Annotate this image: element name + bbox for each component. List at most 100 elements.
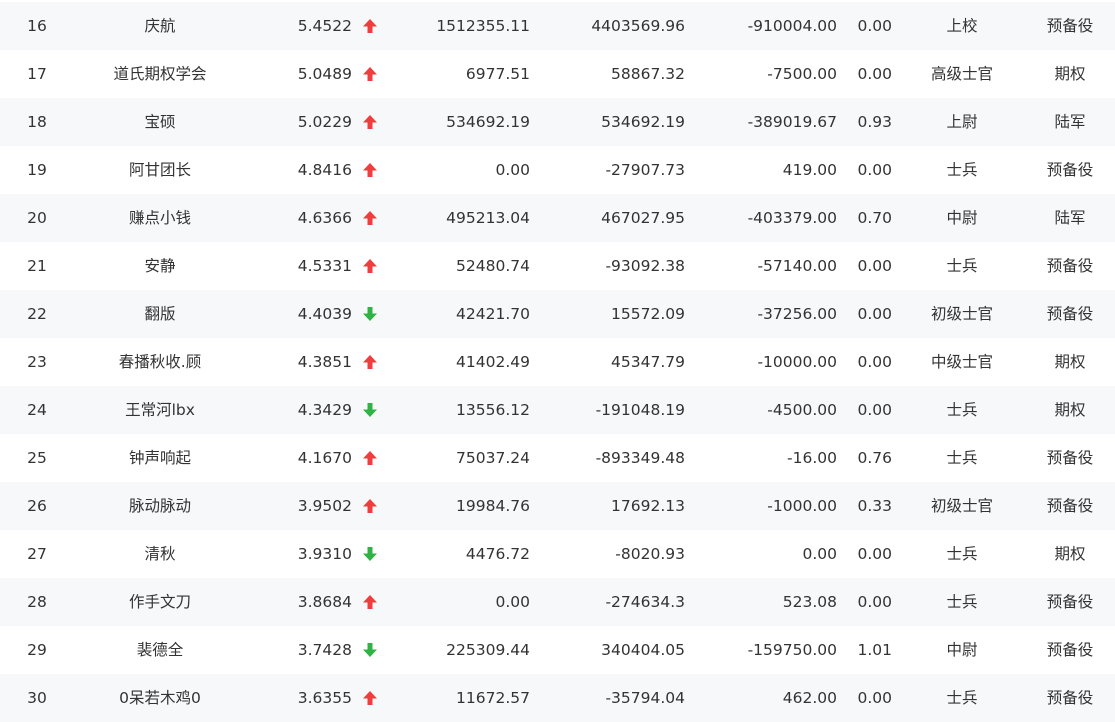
value-2: 340404.05 — [601, 641, 685, 659]
table-row[interactable]: 29 裴德全 3.7428 225309.44 340404.05 -159750.00 1… — [0, 626, 1115, 674]
trend-cell — [359, 386, 381, 434]
group-label: 预备役 — [1046, 449, 1094, 467]
ratio-value: 0.00 — [857, 305, 892, 323]
arrow-down-icon — [363, 307, 377, 321]
group-label: 预备役 — [1046, 17, 1094, 35]
group-label: 预备役 — [1046, 161, 1094, 179]
trend-cell — [359, 50, 381, 98]
score-value: 4.5331 — [297, 257, 352, 275]
ratio-value: 0.00 — [857, 689, 892, 707]
score-value: 4.8416 — [297, 161, 352, 179]
military-rank-label: 士兵 — [946, 401, 978, 419]
score-value: 4.4039 — [297, 305, 352, 323]
value-2: 467027.95 — [601, 209, 685, 227]
arrow-up-icon — [363, 355, 377, 369]
table-row[interactable]: 25 钟声响起 4.1670 75037.24 -893349.48 -16.00 0.76… — [0, 434, 1115, 482]
trader-name: 宝硕 — [144, 113, 176, 131]
arrow-up-icon — [363, 691, 377, 705]
table-row[interactable]: 16 庆航 5.4522 1512355.11 4403569.96 -910004.00… — [0, 2, 1115, 50]
group-label: 预备役 — [1046, 689, 1094, 707]
table-row[interactable]: 26 脉动脉动 3.9502 19984.76 17692.13 -1000.00 0.33… — [0, 482, 1115, 530]
arrow-up-icon — [363, 451, 377, 465]
table-row[interactable]: 30 0呆若木鸡0 3.6355 11672.57 -35794.04 462.00 0.0… — [0, 674, 1115, 722]
value-1: 19984.76 — [456, 497, 530, 515]
value-3: -403379.00 — [747, 209, 837, 227]
arrow-up-icon — [363, 67, 377, 81]
trend-cell — [359, 2, 381, 50]
group-label: 预备役 — [1046, 257, 1094, 275]
value-3: 462.00 — [782, 689, 837, 707]
value-1: 13556.12 — [456, 401, 530, 419]
table-row[interactable]: 24 王常河lbx 4.3429 13556.12 -191048.19 -4500.00… — [0, 386, 1115, 434]
military-rank-label: 士兵 — [946, 545, 978, 563]
trader-name: 0呆若木鸡0 — [119, 689, 201, 707]
value-2: 58867.32 — [611, 65, 685, 83]
table-row[interactable]: 18 宝硕 5.0229 534692.19 534692.19 -389019.67 0.… — [0, 98, 1115, 146]
trader-name: 清秋 — [144, 545, 176, 563]
value-3: 523.08 — [782, 593, 837, 611]
trend-cell — [359, 674, 381, 722]
military-rank-label: 上尉 — [946, 113, 978, 131]
value-2: -93092.38 — [605, 257, 685, 275]
value-1: 1512355.11 — [436, 17, 530, 35]
value-1: 534692.19 — [446, 113, 530, 131]
arrow-up-icon — [363, 19, 377, 33]
score-value: 5.0229 — [297, 113, 352, 131]
ratio-value: 0.00 — [857, 593, 892, 611]
ratio-value: 0.00 — [857, 545, 892, 563]
score-value: 4.6366 — [297, 209, 352, 227]
table-row[interactable]: 28 作手文刀 3.8684 0.00 -274634.3 523.08 0.00 士兵 预备役 — [0, 578, 1115, 626]
trader-name: 道氏期权学会 — [113, 65, 207, 83]
trader-name: 裴德全 — [136, 641, 184, 659]
table-row[interactable]: 21 安静 4.5331 52480.74 -93092.38 -57140.00 0.00… — [0, 242, 1115, 290]
table-row[interactable]: 27 清秋 3.9310 4476.72 -8020.93 0.00 0.00 士兵 期权 — [0, 530, 1115, 578]
group-label: 期权 — [1054, 401, 1086, 419]
table-row[interactable]: 19 阿甘团长 4.8416 0.00 -27907.73 419.00 0.00 士兵 预备役 — [0, 146, 1115, 194]
value-3: -1000.00 — [767, 497, 837, 515]
military-rank-label: 初级士官 — [930, 497, 993, 515]
value-2: -274634.3 — [605, 593, 685, 611]
score-value: 5.4522 — [297, 17, 352, 35]
value-1: 41402.49 — [456, 353, 530, 371]
score-value: 3.8684 — [297, 593, 352, 611]
trend-cell — [359, 626, 381, 674]
ratio-value: 0.70 — [857, 209, 892, 227]
ratio-value: 0.93 — [857, 113, 892, 131]
value-3: -159750.00 — [747, 641, 837, 659]
table-row[interactable]: 22 翻版 4.4039 42421.70 15572.09 -37256.00 0.00 初… — [0, 290, 1115, 338]
group-label: 预备役 — [1046, 641, 1094, 659]
military-rank-label: 士兵 — [946, 161, 978, 179]
value-3: -910004.00 — [747, 17, 837, 35]
arrow-up-icon — [363, 499, 377, 513]
group-label: 预备役 — [1046, 593, 1094, 611]
ratio-value: 0.00 — [857, 17, 892, 35]
score-value: 3.6355 — [297, 689, 352, 707]
ratio-value: 0.00 — [857, 161, 892, 179]
trend-cell — [359, 338, 381, 386]
value-3: -37256.00 — [757, 305, 837, 323]
trader-name: 翻版 — [144, 305, 176, 323]
table-row[interactable]: 20 赚点小钱 4.6366 495213.04 467027.95 -403379.00… — [0, 194, 1115, 242]
military-rank-label: 中级士官 — [930, 353, 993, 371]
group-label: 期权 — [1054, 65, 1086, 83]
military-rank-label: 士兵 — [946, 593, 978, 611]
value-2: 534692.19 — [601, 113, 685, 131]
arrow-up-icon — [363, 163, 377, 177]
group-label: 期权 — [1054, 545, 1086, 563]
table-row[interactable]: 17 道氏期权学会 5.0489 6977.51 58867.32 -7500.00 0.0… — [0, 50, 1115, 98]
trend-cell — [359, 482, 381, 530]
arrow-up-icon — [363, 595, 377, 609]
value-3: -16.00 — [787, 449, 837, 467]
trader-name: 春播秋收.顾 — [118, 353, 202, 371]
value-2: -35794.04 — [605, 689, 685, 707]
group-label: 预备役 — [1046, 497, 1094, 515]
table-row[interactable]: 23 春播秋收.顾 4.3851 41402.49 45347.79 -10000.00 0… — [0, 338, 1115, 386]
arrow-down-icon — [363, 547, 377, 561]
value-2: 45347.79 — [611, 353, 685, 371]
value-3: 419.00 — [782, 161, 837, 179]
value-2: -191048.19 — [595, 401, 685, 419]
arrow-up-icon — [363, 115, 377, 129]
arrow-down-icon — [363, 403, 377, 417]
value-1: 11672.57 — [456, 689, 530, 707]
military-rank-label: 中尉 — [946, 641, 978, 659]
